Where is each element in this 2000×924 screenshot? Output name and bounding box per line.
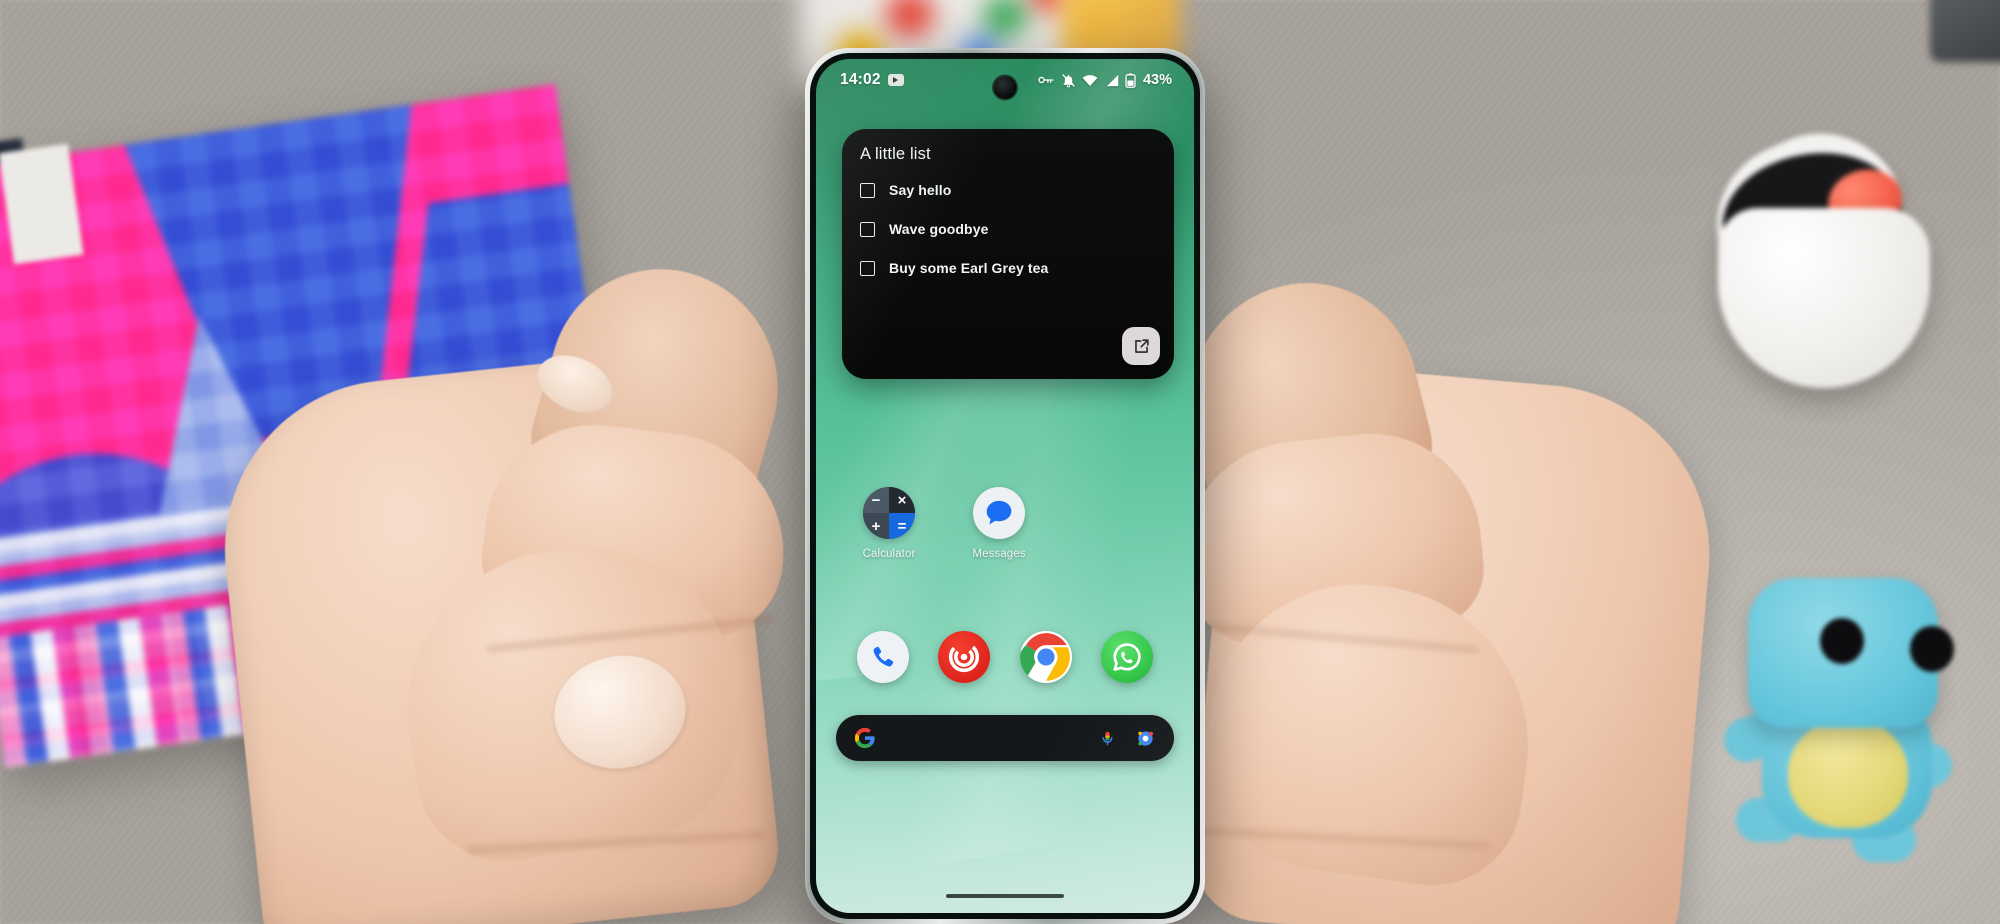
gesture-navigation-pill[interactable] (946, 894, 1064, 898)
tasks-widget[interactable]: A little list Say hello Wave goodbye Buy… (842, 129, 1174, 379)
app-messages[interactable]: Messages (962, 487, 1036, 560)
status-bar-right: 43% (1038, 72, 1172, 88)
todo-list: Say hello Wave goodbye Buy some Earl Gre… (842, 164, 1174, 284)
google-search-bar[interactable] (836, 715, 1174, 761)
pocket-casts-icon[interactable] (938, 631, 991, 683)
vpn-key-icon (1038, 74, 1055, 86)
earbuds-case (1689, 106, 1950, 388)
phone-screen[interactable]: 14:02 43% A little list Say hello Wave g… (816, 59, 1194, 913)
app-grid: − × + = Calculator Messages (816, 487, 1194, 560)
dark-edge-object (1930, 0, 2000, 62)
open-in-new-icon[interactable] (1122, 327, 1160, 365)
calculator-plus-glyph: + (863, 513, 889, 539)
todo-checkbox[interactable] (860, 182, 875, 198)
video-notification-icon[interactable] (887, 74, 904, 86)
todo-item[interactable]: Buy some Earl Grey tea (860, 252, 1174, 284)
todo-checkbox[interactable] (860, 221, 875, 237)
google-g-icon (852, 725, 878, 751)
widget-title: A little list (860, 145, 931, 163)
scene: 14:02 43% A little list Say hello Wave g… (0, 0, 2000, 924)
dock (816, 631, 1194, 683)
calculator-minus-glyph: − (863, 487, 889, 513)
cellular-signal-icon (1104, 74, 1119, 87)
funko-figurine (1700, 568, 2000, 898)
notifications-muted-icon (1061, 73, 1076, 88)
todo-item[interactable]: Wave goodbye (860, 213, 1174, 245)
battery-icon (1125, 72, 1136, 88)
status-bar-clock[interactable]: 14:02 (840, 71, 881, 89)
google-lens-icon[interactable] (1132, 725, 1158, 751)
left-hand (208, 243, 806, 924)
right-hand (1164, 259, 1724, 924)
todo-label: Say hello (889, 182, 952, 198)
front-camera-punch-hole (993, 76, 1017, 99)
whatsapp-icon[interactable] (1101, 631, 1154, 683)
phone-bezel: 14:02 43% A little list Say hello Wave g… (810, 53, 1200, 919)
todo-label: Wave goodbye (889, 221, 989, 237)
phone-device: 14:02 43% A little list Say hello Wave g… (805, 48, 1205, 924)
app-label-calculator: Calculator (862, 548, 916, 560)
wifi-icon (1082, 74, 1098, 87)
gesture-nav-bar (816, 879, 1194, 913)
messages-icon[interactable] (973, 487, 1025, 539)
microphone-icon[interactable] (1094, 725, 1120, 751)
phone-icon[interactable] (856, 631, 909, 683)
chrome-icon[interactable] (1019, 631, 1072, 683)
calculator-times-glyph: × (889, 487, 915, 513)
status-bar-left: 14:02 (840, 71, 904, 89)
todo-checkbox[interactable] (860, 260, 875, 276)
todo-item[interactable]: Say hello (860, 174, 1174, 206)
app-calculator[interactable]: − × + = Calculator (852, 487, 926, 560)
todo-label: Buy some Earl Grey tea (889, 260, 1049, 276)
app-label-messages: Messages (972, 548, 1026, 560)
calculator-icon[interactable]: − × + = (863, 487, 915, 539)
calculator-equals-glyph: = (889, 513, 915, 539)
battery-percentage: 43% (1142, 72, 1172, 88)
